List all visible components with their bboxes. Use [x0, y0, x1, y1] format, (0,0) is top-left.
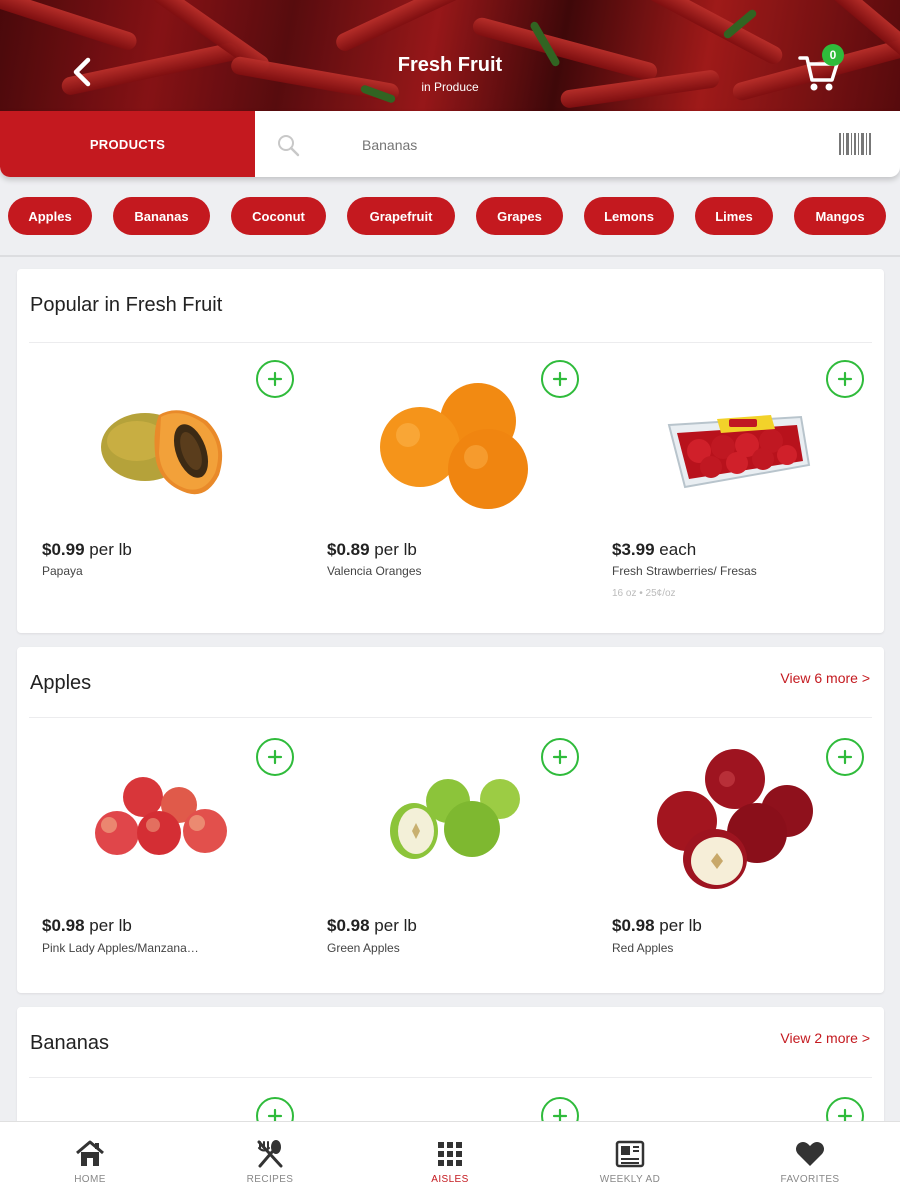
pink-apples-image	[95, 777, 227, 855]
divider	[0, 255, 900, 257]
chip-grapefruit[interactable]: Grapefruit	[347, 197, 455, 235]
search-icon	[278, 135, 300, 157]
plus-icon	[837, 749, 853, 765]
products-tab[interactable]: PRODUCTS	[0, 111, 255, 177]
product-card-strawberries[interactable]: $3.99 each Fresh Strawberries/ Fresas 16…	[587, 359, 872, 619]
product-name: Valencia Oranges	[327, 564, 422, 578]
divider	[29, 342, 872, 343]
product-card-pink-apples[interactable]: $0.98 per lb Pink Lady Apples/Manzana…	[17, 737, 302, 993]
chip-bananas[interactable]: Bananas	[113, 197, 210, 235]
product-size-note: 16 oz • 25¢/oz	[612, 588, 676, 599]
nav-label: FAVORITES	[780, 1174, 840, 1185]
section-title: Apples	[30, 672, 92, 694]
nav-aisles[interactable]: AISLES	[390, 1122, 510, 1200]
aisles-icon	[438, 1142, 462, 1166]
strawberries-image	[667, 415, 811, 489]
chip-grapes[interactable]: Grapes	[476, 197, 563, 235]
page-title: Fresh Fruit	[397, 54, 503, 76]
add-to-cart-button[interactable]	[826, 360, 864, 398]
section-bananas: Bananas View 2 more >	[17, 1007, 884, 1137]
product-card-oranges[interactable]: $0.89 per lb Valencia Oranges	[302, 359, 587, 619]
chip-apples[interactable]: Apples	[8, 197, 92, 235]
view-more-link[interactable]: View 6 more >	[780, 670, 870, 686]
nav-label: RECIPES	[246, 1174, 294, 1185]
divider	[29, 1077, 872, 1078]
home-icon	[76, 1140, 104, 1166]
divider	[29, 717, 872, 718]
product-card-papaya[interactable]: $0.99 per lb Papaya	[17, 359, 302, 619]
view-more-link[interactable]: View 2 more >	[780, 1030, 870, 1046]
red-apples-image	[657, 749, 813, 889]
plus-icon	[267, 749, 283, 765]
chevron-left-icon	[73, 57, 91, 87]
back-button[interactable]	[62, 52, 102, 92]
nav-favorites[interactable]: FAVORITES	[750, 1122, 870, 1200]
chip-lemons[interactable]: Lemons	[584, 197, 674, 235]
product-card-red-apples[interactable]: $0.98 per lb Red Apples	[587, 737, 872, 993]
product-price: $0.98 per lb	[42, 916, 132, 935]
add-to-cart-button[interactable]	[256, 738, 294, 776]
add-to-cart-button[interactable]	[256, 360, 294, 398]
plus-icon	[552, 371, 568, 387]
product-name: Pink Lady Apples/Manzana…	[42, 941, 199, 955]
barcode-scanner-icon[interactable]	[838, 131, 872, 157]
bottom-navigation: HOME RECIPES AISLES WEEKLY AD FAVORITES	[0, 1121, 900, 1200]
page-subtitle: in Produce	[421, 80, 479, 94]
product-price: $0.98 per lb	[327, 916, 417, 935]
chip-mangos[interactable]: Mangos	[794, 197, 886, 235]
product-name: Red Apples	[612, 941, 674, 955]
product-card-green-apples[interactable]: $0.98 per lb Green Apples	[302, 737, 587, 993]
papaya-image	[101, 410, 223, 495]
product-name: Fresh Strawberries/ Fresas	[612, 564, 757, 578]
product-price: $0.99 per lb	[42, 540, 132, 559]
section-title: Bananas	[30, 1032, 109, 1054]
product-price: $0.98 per lb	[612, 916, 702, 935]
product-price: $3.99 each	[612, 540, 697, 559]
plus-icon	[837, 371, 853, 387]
plus-icon	[552, 749, 568, 765]
nav-label: WEEKLY AD	[599, 1174, 661, 1185]
recipes-icon	[257, 1140, 283, 1168]
add-to-cart-button[interactable]	[541, 360, 579, 398]
cart-count-badge: 0	[822, 44, 844, 66]
heart-icon	[796, 1142, 824, 1166]
weekly-ad-icon	[615, 1140, 645, 1168]
green-apples-image	[390, 779, 520, 859]
category-chips: Apples Bananas Coconut Grapefruit Grapes…	[0, 197, 900, 237]
section-popular: Popular in Fresh Fruit $0.99 per lb Papa…	[17, 269, 884, 633]
product-name: Green Apples	[327, 941, 400, 955]
add-to-cart-button[interactable]	[826, 738, 864, 776]
chip-coconut[interactable]: Coconut	[231, 197, 326, 235]
nav-recipes[interactable]: RECIPES	[210, 1122, 330, 1200]
nav-home[interactable]: HOME	[30, 1122, 150, 1200]
oranges-image	[380, 383, 528, 509]
nav-label: HOME	[74, 1174, 106, 1185]
section-title: Popular in Fresh Fruit	[30, 294, 223, 316]
nav-weekly-ad[interactable]: WEEKLY AD	[570, 1122, 690, 1200]
nav-label: AISLES	[431, 1174, 469, 1185]
search-bar: PRODUCTS	[0, 111, 900, 177]
plus-icon	[267, 371, 283, 387]
search-input[interactable]	[320, 131, 800, 159]
product-price: $0.89 per lb	[327, 540, 417, 559]
add-to-cart-button[interactable]	[541, 738, 579, 776]
chip-limes[interactable]: Limes	[695, 197, 773, 235]
product-name: Papaya	[42, 564, 83, 578]
section-apples: Apples View 6 more > $0.98 per lb Pink L…	[17, 647, 884, 993]
